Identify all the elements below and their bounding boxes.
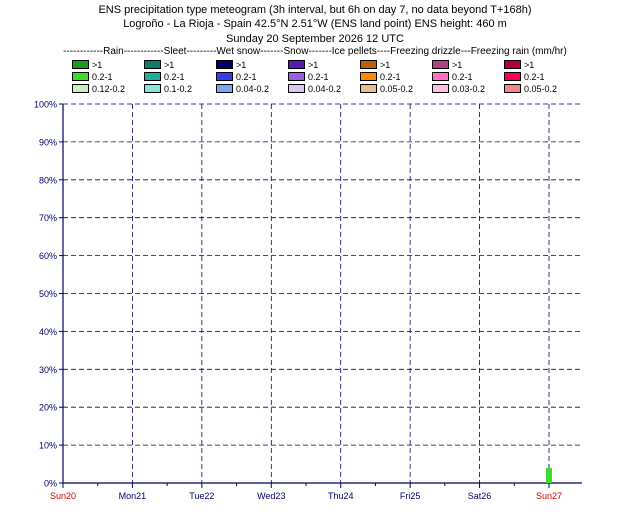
y-tick-label: 40% xyxy=(39,327,57,337)
x-tick-label: Wed23 xyxy=(257,491,285,501)
x-tick-label: Sun27 xyxy=(536,491,562,501)
y-tick-label: 10% xyxy=(39,441,57,451)
x-tick-label: Thu24 xyxy=(328,491,354,501)
x-tick-label: Tue22 xyxy=(189,491,214,501)
y-tick-label: 30% xyxy=(39,365,57,375)
y-tick-label: 50% xyxy=(39,289,57,299)
precip-bar xyxy=(546,467,552,483)
y-tick-label: 80% xyxy=(39,175,57,185)
y-tick-label: 70% xyxy=(39,213,57,223)
y-tick-label: 90% xyxy=(39,137,57,147)
y-tick-label: 60% xyxy=(39,251,57,261)
x-tick-label: Sat26 xyxy=(468,491,492,501)
x-tick-label: Fri25 xyxy=(400,491,421,501)
y-tick-label: 20% xyxy=(39,403,57,413)
y-tick-label: 0% xyxy=(44,479,57,489)
meteogram-chart: 0% 10% 20% 30% 40% 50% 60% 70% 80% 90% 100% Sun20 Mo… xyxy=(34,100,582,501)
x-tick-label: Sun20 xyxy=(50,491,76,501)
y-tick-label: 100% xyxy=(34,100,57,110)
x-tick-label: Mon21 xyxy=(119,491,147,501)
